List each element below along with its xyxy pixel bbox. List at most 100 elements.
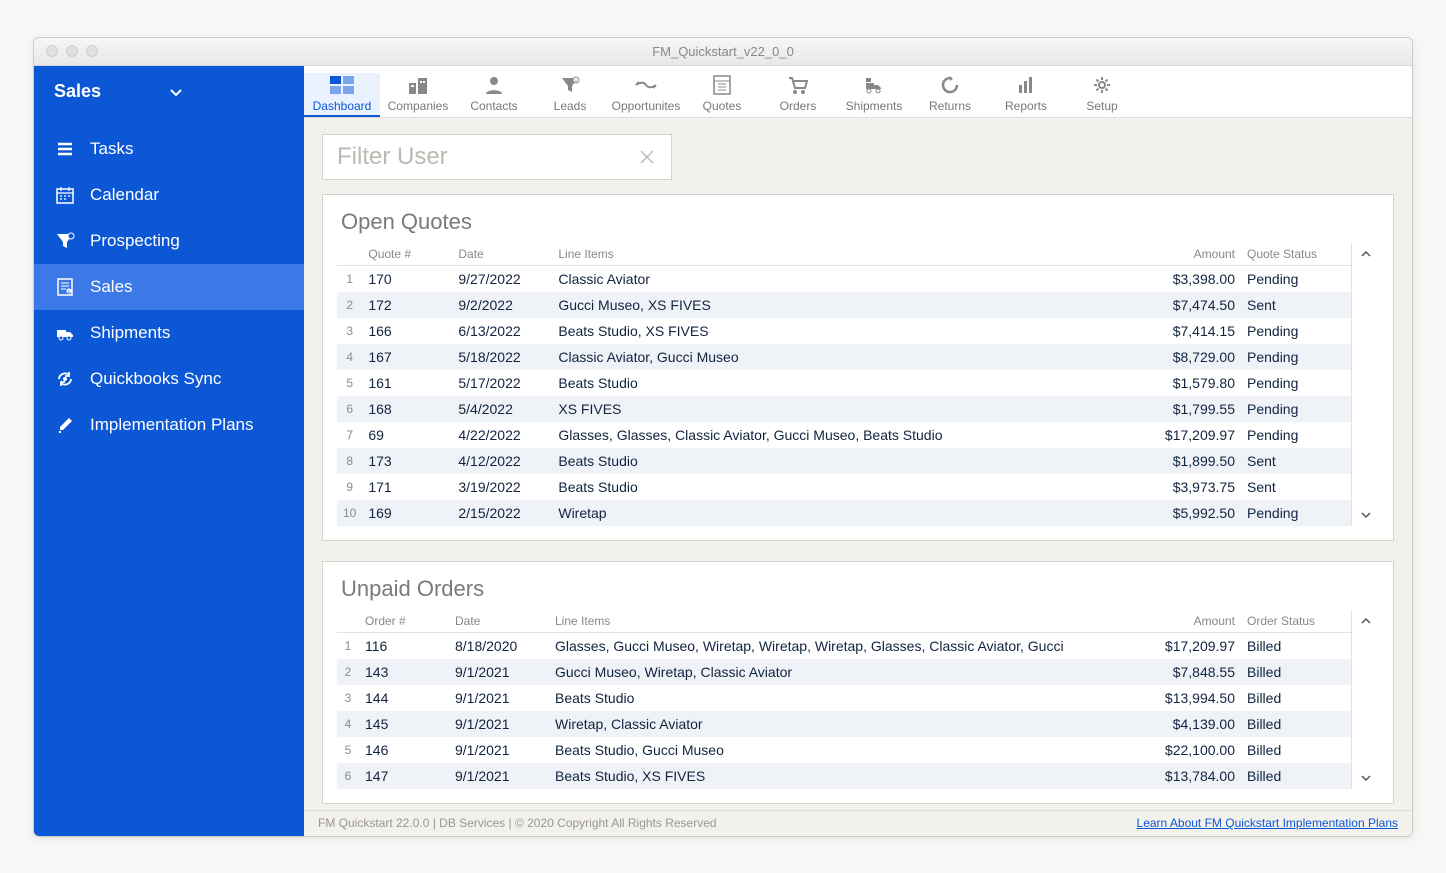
- sidebar-header-label: Sales: [54, 81, 101, 102]
- table-row[interactable]: 61479/1/2021Beats Studio, XS FIVES$13,78…: [337, 763, 1351, 789]
- scroll-up-icon[interactable]: [1359, 247, 1373, 261]
- table-row[interactable]: 51469/1/2021Beats Studio, Gucci Museo$22…: [337, 737, 1351, 763]
- table-row[interactable]: 11709/27/2022Classic Aviator$3,398.00Pen…: [337, 265, 1351, 292]
- toolbar-reports[interactable]: Reports: [988, 73, 1064, 117]
- toolbar-icon: [456, 73, 532, 97]
- col-line-items: Line Items: [552, 243, 1131, 266]
- scroll-down-icon[interactable]: [1359, 771, 1373, 785]
- toolbar-icon: [380, 73, 456, 97]
- toolbar-opportunites[interactable]: Opportunites: [608, 73, 684, 117]
- col-line-items: Line Items: [549, 610, 1131, 633]
- col-order-id: Order #: [359, 610, 449, 633]
- toolbar-icon: [836, 73, 912, 97]
- toolbar-icon: [988, 73, 1064, 97]
- toolbar-icon: [1064, 73, 1140, 97]
- open-quotes-panel: Open Quotes Quote # Date Line Items Amou…: [322, 194, 1394, 541]
- footer: FM Quickstart 22.0.0 | DB Services | © 2…: [304, 810, 1412, 836]
- toolbar-label: Orders: [760, 99, 836, 113]
- content-area: Filter User Open Quotes Quote # Date: [304, 118, 1412, 810]
- titlebar: FM_Quickstart_v22_0_0: [34, 38, 1412, 66]
- list-icon: [54, 138, 76, 160]
- panel-title: Unpaid Orders: [341, 576, 1375, 602]
- chevron-down-icon: [168, 84, 184, 100]
- sidebar-item-label: Calendar: [90, 185, 159, 205]
- toolbar-leads[interactable]: $Leads: [532, 73, 608, 117]
- table-row[interactable]: 101692/15/2022Wiretap$5,992.50Pending: [337, 500, 1351, 526]
- table-row[interactable]: 11168/18/2020Glasses, Gucci Museo, Wiret…: [337, 632, 1351, 659]
- toolbar-label: Setup: [1064, 99, 1140, 113]
- toolbar-contacts[interactable]: Contacts: [456, 73, 532, 117]
- sidebar-item-label: Sales: [90, 277, 133, 297]
- toolbar-label: Reports: [988, 99, 1064, 113]
- window-title: FM_Quickstart_v22_0_0: [34, 44, 1412, 59]
- toolbar-label: Quotes: [684, 99, 760, 113]
- toolbar-label: Dashboard: [304, 99, 380, 113]
- col-date: Date: [452, 243, 552, 266]
- table-row[interactable]: 81734/12/2022Beats Studio$1,899.50Sent: [337, 448, 1351, 474]
- invoice-icon: $: [54, 276, 76, 298]
- table-row[interactable]: 31666/13/2022Beats Studio, XS FIVES$7,41…: [337, 318, 1351, 344]
- toolbar-returns[interactable]: Returns: [912, 73, 988, 117]
- sidebar-item-quickbooks-sync[interactable]: Quickbooks Sync: [34, 356, 304, 402]
- sidebar-item-tasks[interactable]: Tasks: [34, 126, 304, 172]
- unpaid-orders-panel: Unpaid Orders Order # Date Line Items Am…: [322, 561, 1394, 804]
- sidebar-item-label: Implementation Plans: [90, 415, 253, 435]
- sidebar-item-prospecting[interactable]: Prospecting: [34, 218, 304, 264]
- top-toolbar: DashboardCompaniesContacts$LeadsOpportun…: [304, 66, 1412, 118]
- sidebar-item-label: Quickbooks Sync: [90, 369, 221, 389]
- col-status: Quote Status: [1241, 243, 1351, 266]
- panel-title: Open Quotes: [341, 209, 1375, 235]
- table-row[interactable]: 21439/1/2021Gucci Museo, Wiretap, Classi…: [337, 659, 1351, 685]
- toolbar-dashboard[interactable]: Dashboard: [304, 73, 380, 117]
- toolbar-orders[interactable]: Orders: [760, 73, 836, 117]
- sync-icon: [54, 368, 76, 390]
- sidebar-item-label: Prospecting: [90, 231, 180, 251]
- table-row[interactable]: 51615/17/2022Beats Studio$1,579.80Pendin…: [337, 370, 1351, 396]
- footer-text: FM Quickstart 22.0.0 | DB Services | © 2…: [318, 816, 717, 830]
- table-row[interactable]: 7694/22/2022Glasses, Glasses, Classic Av…: [337, 422, 1351, 448]
- sidebar-item-sales[interactable]: $ Sales: [34, 264, 304, 310]
- toolbar-icon: [912, 73, 988, 97]
- quotes-scrollbar[interactable]: [1351, 243, 1379, 526]
- sidebar-item-label: Shipments: [90, 323, 170, 343]
- sidebar: Sales Tasks Calendar Prospecting $ Sales Ship…: [34, 66, 304, 836]
- table-row[interactable]: 61685/4/2022XS FIVES$1,799.55Pending: [337, 396, 1351, 422]
- toolbar-icon: [304, 73, 380, 97]
- toolbar-icon: [608, 73, 684, 97]
- col-amount: Amount: [1131, 610, 1241, 633]
- filter-user-box[interactable]: Filter User: [322, 134, 672, 180]
- pen-icon: [54, 414, 76, 436]
- sidebar-item-implementation-plans[interactable]: Implementation Plans: [34, 402, 304, 448]
- table-row[interactable]: 91713/19/2022Beats Studio$3,973.75Sent: [337, 474, 1351, 500]
- col-quote-id: Quote #: [362, 243, 452, 266]
- sidebar-module-selector[interactable]: Sales: [34, 66, 304, 118]
- orders-scrollbar[interactable]: [1351, 610, 1379, 789]
- toolbar-label: Shipments: [836, 99, 912, 113]
- scroll-down-icon[interactable]: [1359, 508, 1373, 522]
- col-date: Date: [449, 610, 549, 633]
- footer-link[interactable]: Learn About FM Quickstart Implementation…: [1137, 816, 1398, 830]
- quotes-table: Quote # Date Line Items Amount Quote Sta…: [337, 243, 1351, 526]
- col-status: Order Status: [1241, 610, 1351, 633]
- toolbar-setup[interactable]: Setup: [1064, 73, 1140, 117]
- table-row[interactable]: 41459/1/2021Wiretap, Classic Aviator$4,1…: [337, 711, 1351, 737]
- close-icon[interactable]: [637, 147, 657, 167]
- toolbar-quotes[interactable]: Quotes: [684, 73, 760, 117]
- toolbar-label: Returns: [912, 99, 988, 113]
- orders-table: Order # Date Line Items Amount Order Sta…: [337, 610, 1351, 789]
- funnel-icon: [54, 230, 76, 252]
- table-row[interactable]: 21729/2/2022Gucci Museo, XS FIVES$7,474.…: [337, 292, 1351, 318]
- sidebar-item-shipments[interactable]: Shipments: [34, 310, 304, 356]
- table-row[interactable]: 41675/18/2022Classic Aviator, Gucci Muse…: [337, 344, 1351, 370]
- toolbar-companies[interactable]: Companies: [380, 73, 456, 117]
- toolbar-label: Opportunites: [608, 99, 684, 113]
- toolbar-icon: [684, 73, 760, 97]
- filter-user-label: Filter User: [337, 143, 637, 171]
- sidebar-item-calendar[interactable]: Calendar: [34, 172, 304, 218]
- calendar-icon: [54, 184, 76, 206]
- toolbar-shipments[interactable]: Shipments: [836, 73, 912, 117]
- table-row[interactable]: 31449/1/2021Beats Studio$13,994.50Billed: [337, 685, 1351, 711]
- toolbar-label: Companies: [380, 99, 456, 113]
- scroll-up-icon[interactable]: [1359, 614, 1373, 628]
- toolbar-icon: [760, 73, 836, 97]
